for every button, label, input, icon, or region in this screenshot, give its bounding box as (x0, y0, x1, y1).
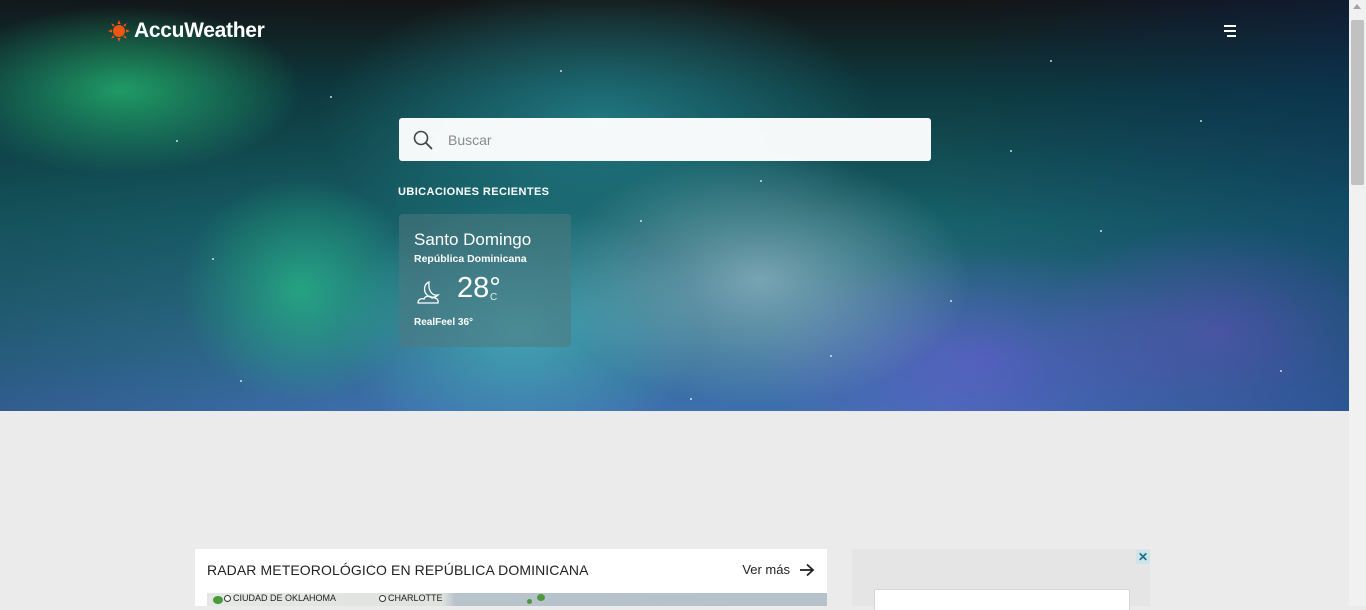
recent-location-card[interactable]: Santo Domingo República Dominicana 28° C… (399, 214, 571, 347)
radar-title: RADAR METEOROLÓGICO EN REPÚBLICA DOMINIC… (207, 562, 589, 578)
search-icon (413, 130, 433, 149)
search-input[interactable] (446, 130, 900, 149)
advertisement (852, 549, 1150, 610)
sun-icon (108, 20, 130, 42)
moon-clouds-icon (417, 280, 440, 304)
logo-text: AccuWeather (134, 19, 265, 42)
location-city: Santo Domingo (414, 230, 532, 249)
location-country: República Dominicana (414, 253, 527, 265)
search-bar[interactable] (399, 118, 931, 161)
accuweather-logo[interactable]: AccuWeather (108, 19, 265, 43)
hamburger-menu-icon[interactable] (1222, 24, 1238, 38)
scroll-up-icon[interactable] (1353, 4, 1361, 9)
map-label: CIUDAD DE OKLAHOMA (224, 593, 336, 604)
recent-locations-title: UBICACIONES RECIENTES (398, 186, 550, 198)
radar-panel: RADAR METEOROLÓGICO EN REPÚBLICA DOMINIC… (195, 549, 827, 606)
close-ad-button[interactable]: ✕ (1136, 550, 1150, 564)
scrollbar-thumb[interactable] (1351, 20, 1364, 185)
see-more-link[interactable]: Ver más (742, 562, 815, 577)
hero-banner (0, 0, 1349, 411)
map-label: CHARLOTTE (379, 593, 443, 604)
scrollbar[interactable] (1349, 0, 1366, 606)
realfeel-temperature: RealFeel 36° (414, 317, 474, 328)
see-more-label: Ver más (742, 562, 790, 577)
temperature-unit: C (490, 292, 498, 303)
ad-content[interactable] (874, 589, 1130, 610)
arrow-right-icon (800, 563, 815, 576)
radar-map[interactable]: CIUDAD DE OKLAHOMA CHARLOTTE (207, 593, 827, 606)
